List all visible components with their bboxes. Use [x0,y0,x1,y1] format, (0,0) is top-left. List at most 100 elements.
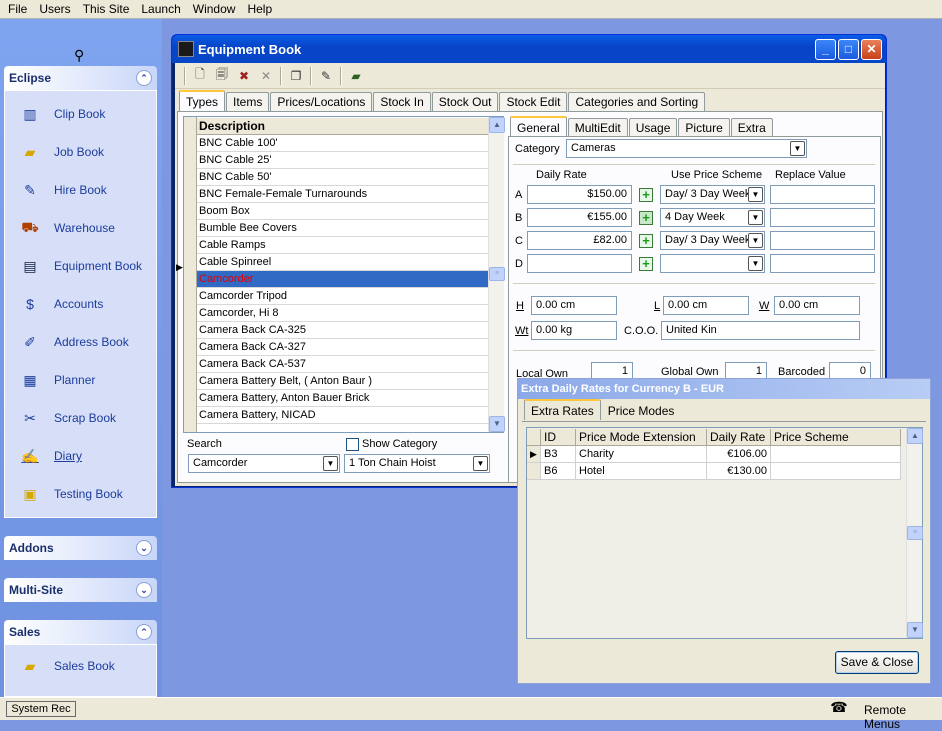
daily-rate-d-field[interactable] [527,254,632,273]
add-extra-rate-icon[interactable]: + [639,188,653,202]
edit-icon[interactable]: 🗐 [211,66,233,86]
nav-warehouse[interactable]: ⛟ Warehouse [19,217,115,239]
scroll-down-icon[interactable]: ▼ [489,416,505,432]
menu-launch[interactable]: Launch [135,2,186,16]
maximize-button[interactable]: □ [838,39,859,60]
cell-ext[interactable]: Charity [576,446,707,463]
nav-scrap-book[interactable]: ✂ Scrap Book [19,407,116,429]
expand-icon[interactable]: ⌄ [136,540,152,556]
daily-rate-b-field[interactable]: €155.00 [527,208,632,227]
delete-record-icon[interactable]: ✖ [233,66,255,86]
cell-ext[interactable]: Hotel [576,463,707,480]
category-combo[interactable]: Cameras ▼ [566,139,807,158]
scroll-up-icon[interactable]: ▲ [907,428,923,444]
cancel-icon[interactable]: ✕ [255,66,277,86]
replace-value-d-field[interactable] [770,254,875,273]
price-scheme-c-combo[interactable]: Day/ 3 Day Week ▼ [660,231,765,250]
grid-row[interactable]: Camera Battery, NICAD [197,407,488,424]
cell-rate[interactable]: €106.00 [707,446,771,463]
grid-row[interactable]: Camera Back CA-325 [197,322,488,339]
grid-row[interactable]: BNC Cable 50' [197,169,488,186]
nav-address-book[interactable]: ✐ Address Book [19,331,129,353]
weight-field[interactable]: 0.00 kg [531,321,617,340]
chevron-down-icon[interactable]: ▼ [748,210,763,225]
menu-this-site[interactable]: This Site [77,2,136,16]
price-scheme-d-combo[interactable]: ▼ [660,254,765,273]
copy-icon[interactable]: ❐ [285,66,307,86]
chevron-down-icon[interactable]: ▼ [748,233,763,248]
nav-job-book[interactable]: ▰ Job Book [19,141,104,163]
add-extra-rate-icon[interactable]: + [639,211,653,225]
menu-users[interactable]: Users [33,2,76,16]
grid-row[interactable]: Camera Back CA-537 [197,356,488,373]
grid-row[interactable]: Camera Battery Belt, ( Anton Baur ) [197,373,488,390]
cell-scheme[interactable] [771,446,901,463]
remote-menus-icon[interactable]: ☎ [830,699,848,717]
length-field[interactable]: 0.00 cm [663,296,749,315]
nav-hire-book[interactable]: ✎ Hire Book [19,179,107,201]
grid-row[interactable]: Cable Spinreel [197,254,488,271]
search-combo[interactable]: Camcorder ▼ [188,454,340,473]
grid-row[interactable]: Camera Battery, Anton Bauer Brick [197,390,488,407]
price-scheme-b-combo[interactable]: 4 Day Week ▼ [660,208,765,227]
chevron-down-icon[interactable]: ▼ [748,256,763,271]
category-filter-combo[interactable]: 1 Ton Chain Hoist ▼ [344,454,490,473]
chevron-down-icon[interactable]: ▼ [748,187,763,202]
grid-row[interactable]: Camcorder [197,271,488,288]
col-price-scheme[interactable]: Price Scheme [771,429,901,446]
nav-equipment-book[interactable]: ▤ Equipment Book [19,255,142,277]
grid-row[interactable]: Cable Ramps [197,237,488,254]
replace-value-b-field[interactable] [770,208,875,227]
tab-extra[interactable]: Extra [730,118,773,137]
remote-menus-label[interactable]: Remote Menus [864,703,942,731]
show-category-checkbox[interactable] [346,438,359,451]
minimize-button[interactable]: _ [815,39,836,60]
menu-file[interactable]: File [2,2,33,16]
grid-row[interactable]: BNC Cable 25' [197,152,488,169]
tab-multiedit[interactable]: MultiEdit [567,118,628,137]
scroll-down-icon[interactable]: ▼ [907,622,923,638]
chevron-down-icon[interactable]: ▼ [473,456,488,471]
menu-window[interactable]: Window [187,2,242,16]
multisite-group-header[interactable]: Multi-Site ⌄ [4,578,157,602]
add-extra-rate-icon[interactable]: + [639,234,653,248]
cell-id[interactable]: B3 [541,446,576,463]
tab-stock-in[interactable]: Stock In [373,92,431,111]
sales-group-header[interactable]: Sales ⌃ [4,620,157,644]
nav-testing-book[interactable]: ▣ Testing Book [19,483,122,505]
width-field[interactable]: 0.00 cm [774,296,860,315]
nav-planner[interactable]: ▦ Planner [19,369,95,391]
replace-value-a-field[interactable] [770,185,875,204]
save-close-button[interactable]: Save & Close [835,651,919,674]
cell-scheme[interactable] [771,463,901,480]
grid-row[interactable]: BNC Cable 100' [197,135,488,152]
nav-clip-book[interactable]: ▥ Clip Book [19,103,105,125]
expand-icon[interactable]: ⌄ [136,582,152,598]
system-rec-button[interactable]: System Rec [6,701,76,717]
collapse-icon[interactable]: ⌃ [136,70,152,86]
scroll-thumb[interactable]: ≡ [489,267,505,281]
grid-row[interactable]: Bumble Bee Covers [197,220,488,237]
grid-row[interactable]: Boom Box [197,203,488,220]
tab-stock-edit[interactable]: Stock Edit [499,92,568,111]
nav-diary[interactable]: ✍ Diary [19,445,82,467]
col-daily-rate[interactable]: Daily Rate [707,429,771,446]
tab-prices-locations[interactable]: Prices/Locations [270,92,373,111]
collapse-icon[interactable]: ⌃ [136,624,152,640]
notes-icon[interactable]: ✎ [315,66,337,86]
tab-general[interactable]: General [510,116,567,137]
scroll-thumb[interactable]: ≡ [907,526,923,540]
coo-field[interactable]: United Kin [661,321,860,340]
chevron-down-icon[interactable]: ▼ [323,456,338,471]
cell-rate[interactable]: €130.00 [707,463,771,480]
tab-types[interactable]: Types [179,90,226,111]
daily-rate-a-field[interactable]: $150.00 [527,185,632,204]
paperclip-icon[interactable]: ⚲ [74,47,84,64]
tab-usage[interactable]: Usage [628,118,678,137]
chevron-down-icon[interactable]: ▼ [790,141,805,156]
grid-header-description[interactable]: Description [197,118,488,135]
grid-row[interactable]: BNC Female-Female Turnarounds [197,186,488,203]
daily-rate-c-field[interactable]: £82.00 [527,231,632,250]
cell-id[interactable]: B6 [541,463,576,480]
window-titlebar[interactable]: Equipment Book _ □ ✕ [172,35,886,63]
